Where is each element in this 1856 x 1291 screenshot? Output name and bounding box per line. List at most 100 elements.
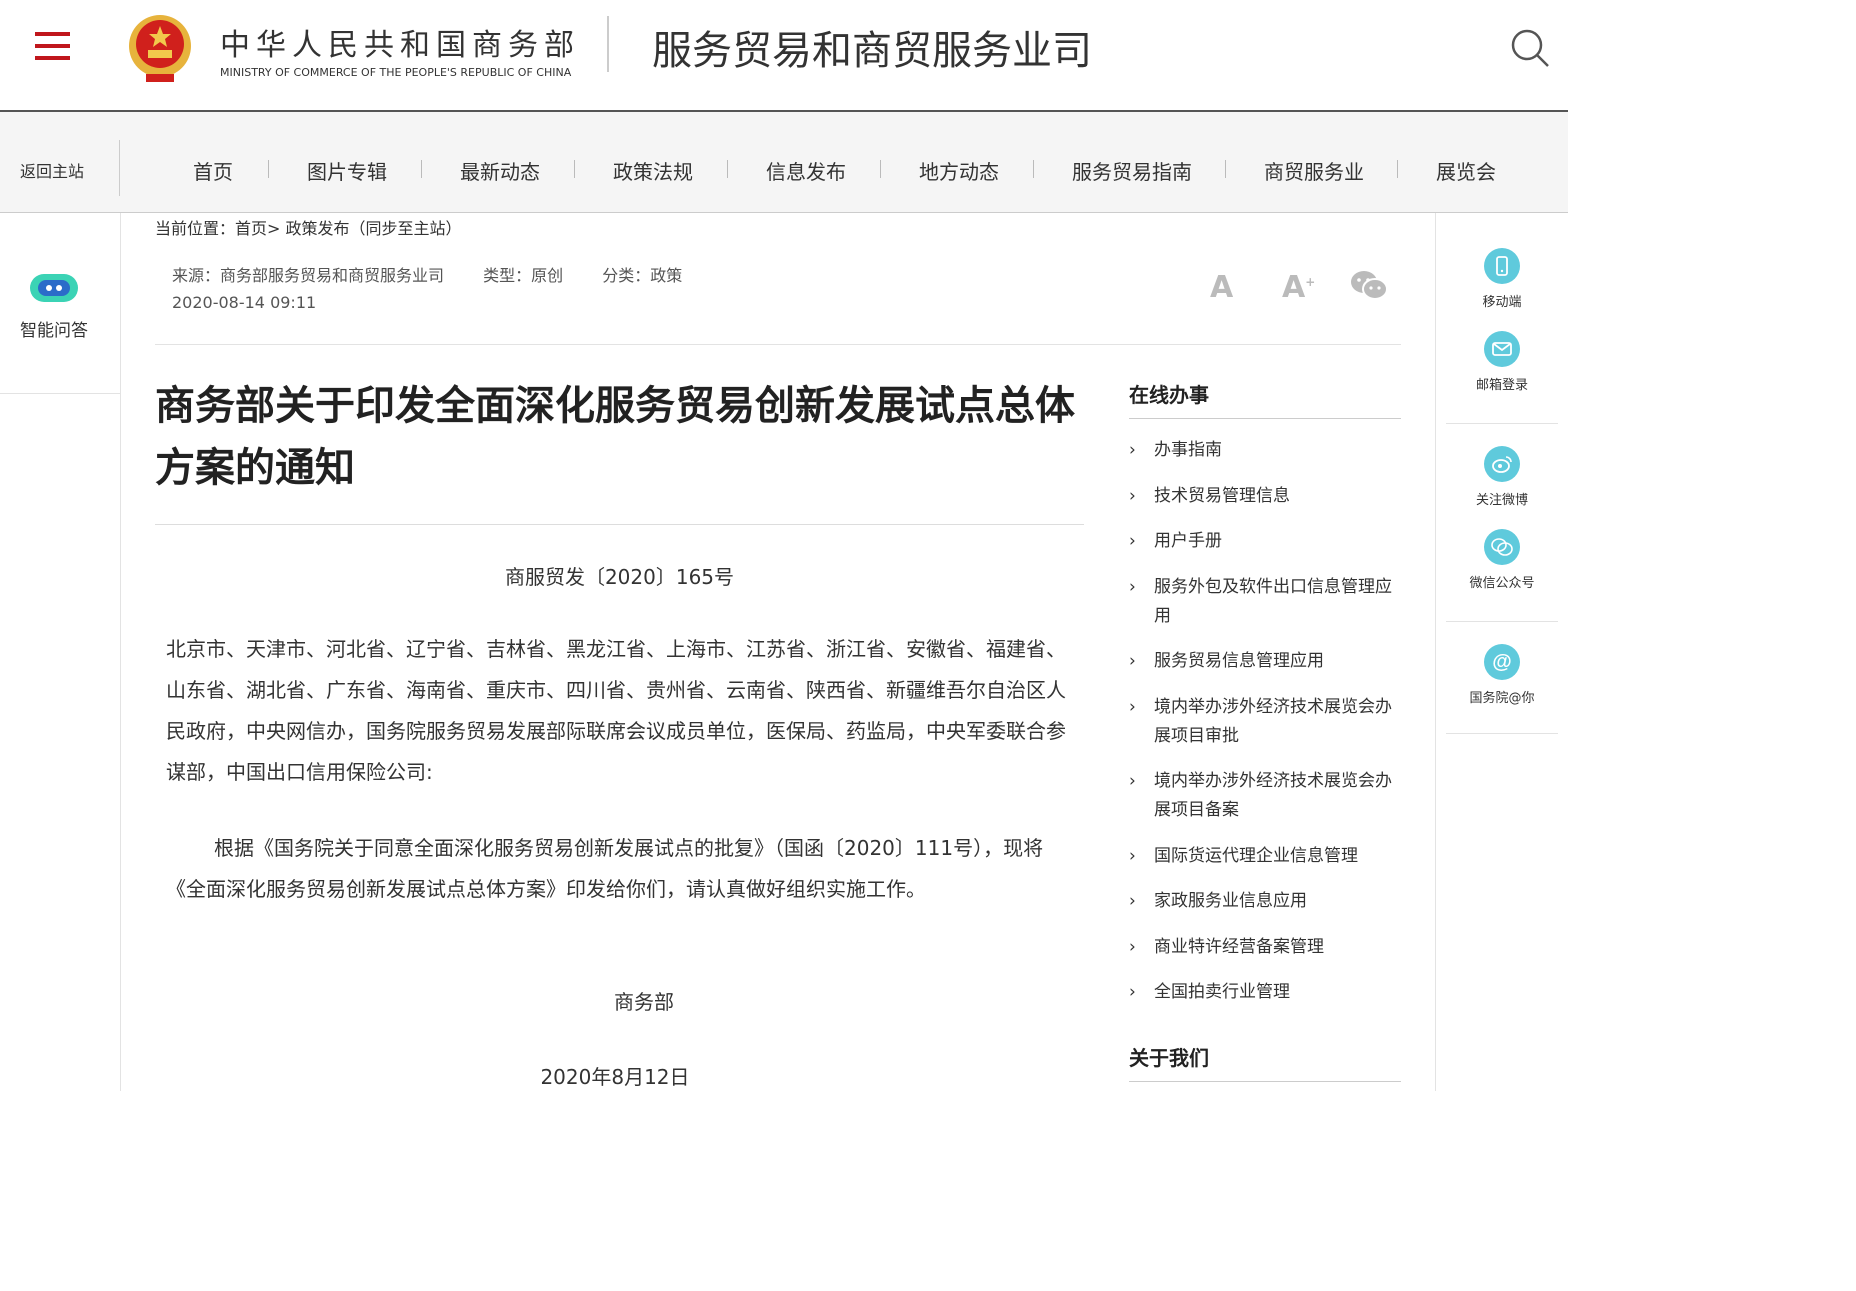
ministry-logo-cn[interactable]: 中华人民共和国商务部 [220, 20, 580, 64]
font-increase-glyph: A [1282, 270, 1306, 305]
service-item[interactable]: › 办事指南 [1129, 436, 1401, 465]
service-item-label: 家政服务业信息应用 [1154, 891, 1307, 911]
main-nav: 返回主站 首页 图片专辑 最新动态 政策法规 信息发布 地方动态 服务贸易指南 … [0, 112, 1568, 213]
nav-item-policies[interactable]: 政策法规 [613, 156, 693, 185]
mail-icon [1484, 331, 1520, 367]
weibo-label: 关注微博 [1475, 493, 1528, 508]
nav-separator [1397, 160, 1398, 178]
chevron-right-icon: › [1129, 936, 1136, 957]
sidebar-divider [1446, 423, 1558, 424]
body-paragraph: 根据《国务院关于同意全面深化服务贸易创新发展试点的批复》（国函〔2020〕111… [166, 836, 1044, 901]
service-item-label: 境内举办涉外经济技术展览会办展项目备案 [1154, 771, 1392, 820]
state-council-link[interactable]: @ 国务院@你 [1446, 644, 1558, 706]
weibo-link[interactable]: 关注微博 [1446, 446, 1558, 508]
nav-item-local-news[interactable]: 地方动态 [919, 156, 999, 185]
wechat-icon [1484, 529, 1520, 565]
chevron-right-icon: › [1129, 982, 1136, 1002]
service-item[interactable]: › 家政服务业信息应用 [1129, 887, 1401, 916]
service-item[interactable]: › 技术贸易管理信息 [1129, 482, 1401, 511]
recipients-paragraph: 北京市、天津市、河北省、辽宁省、吉林省、黑龙江省、上海市、江苏省、浙江省、安徽省… [166, 637, 1066, 784]
font-decrease-glyph: A [1210, 270, 1234, 305]
service-item[interactable]: › 服务贸易信息管理应用 [1129, 647, 1401, 676]
service-item[interactable]: › 国际货运代理企业信息管理 [1129, 842, 1401, 871]
smart-qa-label: 智能问答 [20, 321, 88, 341]
signer: 商务部 [614, 990, 674, 1014]
breadcrumb: 当前位置：首页> 政策发布（同步至主站） [155, 219, 462, 238]
nav-separator [1033, 160, 1034, 178]
online-service-title: 在线办事 [1129, 383, 1209, 407]
mobile-label: 移动端 [1482, 295, 1522, 310]
service-item-label: 服务外包及软件出口信息管理应用 [1154, 576, 1392, 626]
department-title: 服务贸易和商贸服务业司 [652, 28, 1092, 74]
wechat-account-link[interactable]: 微信公众号 [1446, 529, 1558, 591]
nav-item-exhibitions[interactable]: 展览会 [1436, 156, 1496, 185]
sidebar-divider [0, 393, 120, 394]
service-item-label: 境内举办涉外经济技术展览会办展项目审批 [1154, 696, 1392, 746]
sidebar-divider [1446, 621, 1558, 622]
service-item-label: 办事指南 [1154, 440, 1222, 460]
nav-separator [880, 160, 881, 178]
search-icon[interactable] [1510, 28, 1550, 68]
chevron-right-icon: › [1129, 651, 1136, 671]
article-meta: 来源：商务部服务贸易和商贸服务业司 类型：原创 分类：政策 [172, 262, 716, 286]
service-item-label: 服务贸易信息管理应用 [1154, 651, 1324, 671]
national-emblem-icon [129, 15, 191, 82]
service-item[interactable]: › 境内举办涉外经济技术展览会办展项目备案 [1129, 767, 1401, 825]
chevron-right-icon: › [1129, 845, 1136, 866]
document-number: 商服贸发〔2020〕165号 [504, 565, 735, 589]
wechat-share-icon[interactable] [1350, 270, 1388, 302]
panel-divider [1129, 418, 1401, 419]
left-sidebar [0, 213, 121, 1091]
chevron-right-icon: › [1129, 531, 1136, 551]
ministry-logo-en: MINISTRY OF COMMERCE OF THE PEOPLE'S REP… [220, 66, 572, 79]
chevron-right-icon: › [1129, 576, 1136, 597]
back-to-main-site-link[interactable]: 返回主站 [20, 158, 84, 182]
service-item-label: 国际货运代理企业信息管理 [1154, 845, 1358, 866]
service-item[interactable]: › 全国拍卖行业管理 [1129, 978, 1401, 1007]
font-increase-button[interactable]: A+ [1282, 270, 1315, 305]
nav-separator [574, 160, 575, 178]
nav-divider [119, 140, 120, 196]
chevron-right-icon: › [1129, 771, 1136, 791]
site-header: 中华人民共和国商务部 MINISTRY OF COMMERCE OF THE P… [0, 0, 1568, 112]
mail-login-link[interactable]: 邮箱登录 [1446, 331, 1558, 393]
meta-source: 来源：商务部服务贸易和商贸服务业司 [172, 266, 445, 285]
sign-date: 2020年8月12日 [540, 1065, 690, 1089]
nav-item-latest-news[interactable]: 最新动态 [460, 156, 540, 185]
logo-divider [607, 16, 609, 72]
service-item-label: 用户手册 [1154, 531, 1222, 551]
sidebar-divider [1446, 733, 1558, 734]
state-council-label: 国务院@你 [1469, 691, 1535, 706]
nav-item-trade-guide[interactable]: 服务贸易指南 [1072, 156, 1192, 185]
nav-item-photo-albums[interactable]: 图片专辑 [307, 156, 387, 185]
nav-item-home[interactable]: 首页 [193, 156, 233, 185]
chevron-right-icon: › [1129, 485, 1136, 506]
mail-label: 邮箱登录 [1475, 378, 1528, 393]
title-divider [155, 524, 1084, 525]
font-increase-sup: + [1305, 275, 1316, 289]
chevron-right-icon: › [1129, 696, 1136, 717]
service-item[interactable]: › 服务外包及软件出口信息管理应用 [1129, 573, 1401, 631]
online-service-list: › 办事指南 › 技术贸易管理信息 › 用户手册 › 服务外包及软件出口信息管理应用 ›… [1129, 436, 1401, 1024]
about-divider [1129, 1081, 1401, 1082]
service-item-label: 技术贸易管理信息 [1154, 485, 1290, 506]
nav-item-commerce-services[interactable]: 商贸服务业 [1264, 156, 1364, 185]
mobile-icon [1484, 248, 1520, 284]
chevron-right-icon: › [1129, 891, 1136, 911]
service-item-label: 商业特许经营备案管理 [1154, 936, 1324, 957]
mobile-link[interactable]: 移动端 [1446, 248, 1558, 310]
meta-category: 分类：政策 [602, 266, 683, 285]
font-decrease-button[interactable]: A [1210, 270, 1233, 305]
nav-separator [727, 160, 728, 178]
smart-qa-button[interactable]: 智能问答 [0, 270, 108, 341]
robot-icon [30, 274, 78, 302]
service-item[interactable]: › 境内举办涉外经济技术展览会办展项目审批 [1129, 693, 1401, 751]
chevron-right-icon: › [1129, 440, 1136, 460]
service-item[interactable]: › 用户手册 [1129, 527, 1401, 556]
publish-date: 2020-08-14 09:11 [172, 293, 317, 312]
wechat-label: 微信公众号 [1469, 576, 1535, 591]
hamburger-menu-icon[interactable] [35, 32, 70, 62]
meta-divider [155, 344, 1401, 345]
service-item[interactable]: › 商业特许经营备案管理 [1129, 933, 1401, 962]
nav-item-info-release[interactable]: 信息发布 [766, 156, 846, 185]
